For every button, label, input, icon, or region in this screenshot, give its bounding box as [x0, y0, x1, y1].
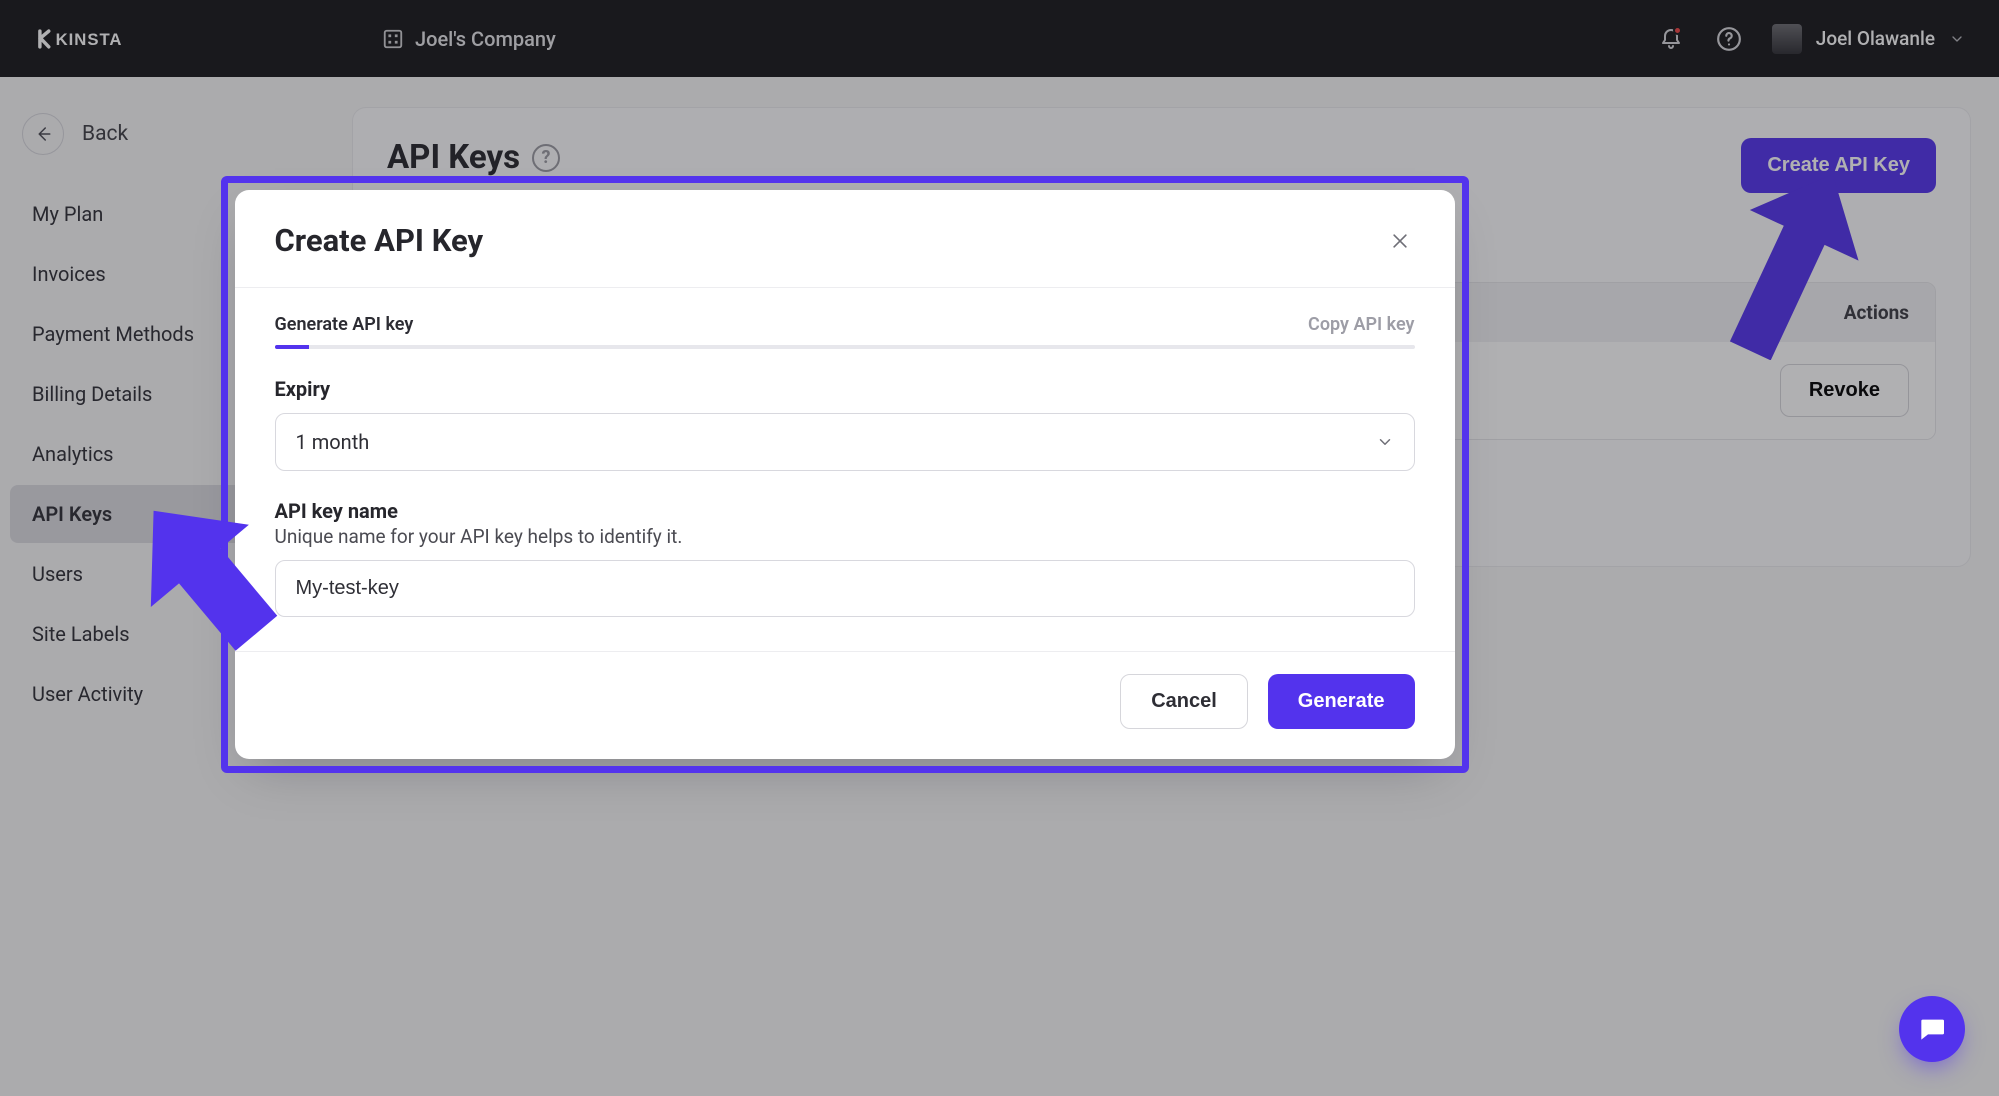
key-name-input-wrap: [275, 560, 1415, 617]
create-api-key-modal: Create API Key Generate API key Copy API…: [235, 190, 1455, 759]
chevron-down-icon: [1376, 433, 1394, 451]
modal-overlay: Create API Key Generate API key Copy API…: [0, 0, 1999, 1096]
modal-title: Create API Key: [275, 222, 484, 259]
step-generate: Generate API key: [275, 314, 414, 335]
step-copy: Copy API key: [1308, 314, 1414, 335]
expiry-value: 1 month: [296, 430, 370, 454]
key-name-input[interactable]: [296, 577, 1394, 600]
close-icon: [1390, 231, 1410, 251]
annotation-arrow-icon: [125, 492, 285, 652]
chat-launcher[interactable]: [1899, 996, 1965, 1062]
expiry-label: Expiry: [275, 377, 1415, 401]
modal-close-button[interactable]: [1385, 226, 1415, 256]
key-name-help: Unique name for your API key helps to id…: [275, 525, 1415, 548]
key-name-label: API key name: [275, 499, 1415, 523]
cancel-button[interactable]: Cancel: [1120, 674, 1248, 729]
generate-button[interactable]: Generate: [1268, 674, 1415, 729]
step-progress: [275, 345, 1415, 349]
chat-icon: [1916, 1013, 1948, 1045]
expiry-select[interactable]: 1 month: [275, 413, 1415, 471]
